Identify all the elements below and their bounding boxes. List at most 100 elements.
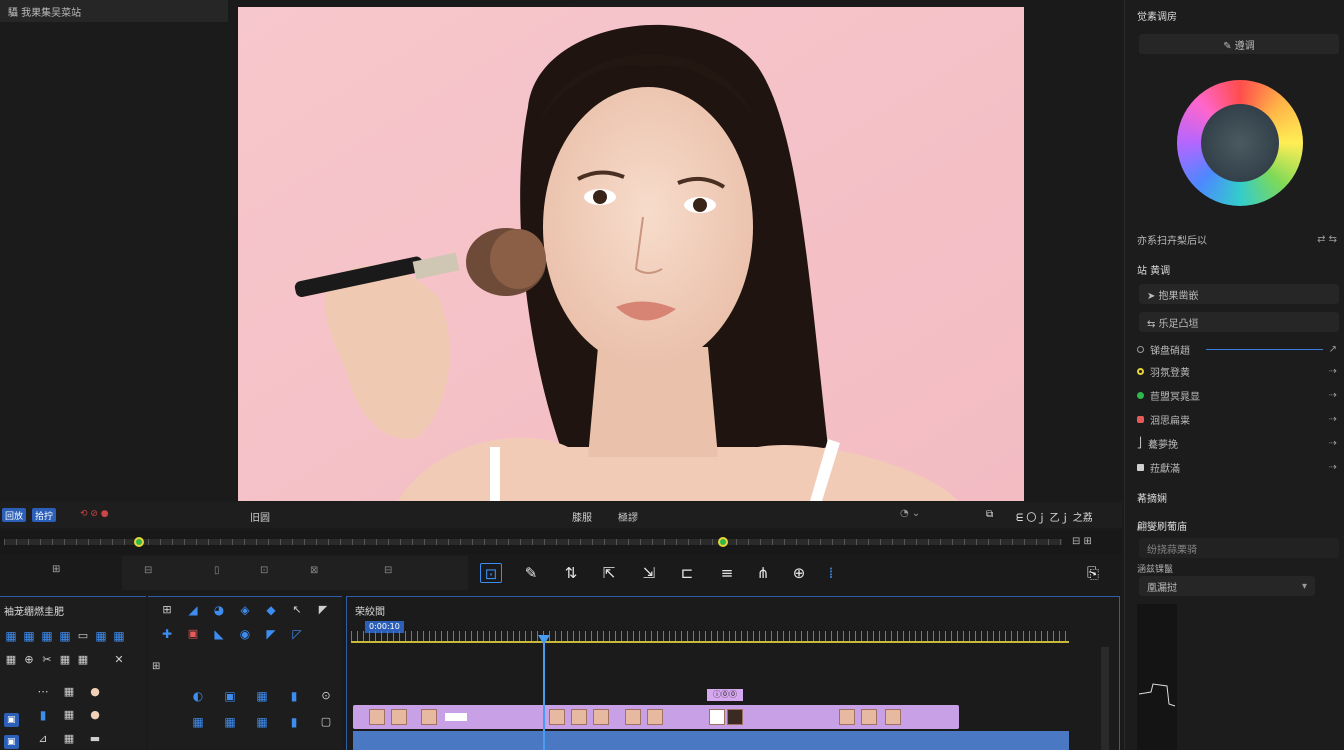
row-6-arrow-icon[interactable]: ⇢: [1329, 462, 1337, 473]
media-add-button[interactable]: ▣: [4, 713, 19, 727]
media-tool-9-icon[interactable]: ⊕: [20, 653, 38, 666]
media-tool-11-icon[interactable]: ▦: [56, 653, 74, 666]
clip-title-bar[interactable]: [445, 713, 467, 721]
effect-10-icon[interactable]: ◣: [206, 627, 232, 641]
clip-thumb[interactable]: [421, 709, 437, 725]
media-tool-5-icon[interactable]: ▭: [74, 629, 92, 643]
playhead[interactable]: [538, 635, 550, 750]
timeline-ruler[interactable]: [351, 631, 1069, 643]
effect-5-icon[interactable]: ◆: [258, 603, 284, 617]
media-tool-13-icon[interactable]: [92, 653, 110, 666]
clip-thumb[interactable]: [369, 709, 385, 725]
effect-18-icon[interactable]: ▮: [278, 689, 310, 703]
media-tool-10-icon[interactable]: ✂: [38, 653, 56, 666]
effect-13-icon[interactable]: ◸: [284, 627, 310, 641]
volume-icon[interactable]: ◔ ⌄: [900, 508, 920, 519]
row-4-arrow-icon[interactable]: ⇢: [1329, 414, 1337, 425]
adjust-row-5[interactable]: ⎦ 驀夢挽 ⇢: [1137, 434, 1337, 452]
effect-3-icon[interactable]: ◕: [206, 603, 232, 617]
media-tool-14-icon[interactable]: ✕: [110, 653, 128, 666]
effect-12-icon[interactable]: ◤: [258, 627, 284, 641]
effect-9-icon[interactable]: ▣: [180, 627, 206, 641]
clip-thumb[interactable]: [647, 709, 663, 725]
split-tool-icon[interactable]: ⋔: [752, 563, 774, 583]
clip-thumb[interactable]: [625, 709, 641, 725]
record-icons[interactable]: ⟲ ⊘ ●: [80, 509, 109, 519]
effect-19-icon[interactable]: ⊙: [310, 689, 342, 703]
effect-16-icon[interactable]: ▣: [214, 689, 246, 703]
adjust-row-3[interactable]: 苣盟冥晁显 ⇢: [1137, 386, 1337, 404]
slip-tool-icon[interactable]: ⇱: [598, 563, 620, 583]
slide-tool-icon[interactable]: ⇲: [638, 563, 660, 583]
effect-11-icon[interactable]: ◉: [232, 627, 258, 641]
effect-20-icon[interactable]: ▦: [182, 715, 214, 729]
media-tool-2-icon[interactable]: ▦: [20, 629, 38, 643]
tool-slot-4-icon[interactable]: ⊠: [310, 565, 318, 576]
video-track[interactable]: [353, 705, 959, 729]
clip-thumb[interactable]: [571, 709, 587, 725]
media-tool-1-icon[interactable]: ▦: [2, 629, 20, 643]
media-tool-6-icon[interactable]: ▦: [92, 629, 110, 643]
row-1-slider[interactable]: [1206, 348, 1323, 350]
tool-slot-5-icon[interactable]: ⊟: [384, 565, 392, 576]
scrub-end-icons[interactable]: ⊟ ⊞: [1072, 536, 1092, 547]
section-5-select[interactable]: 凰漏挝 ▾: [1139, 576, 1315, 596]
clip-thumb[interactable]: [549, 709, 565, 725]
clip-thumb[interactable]: [709, 709, 725, 725]
adjust-button-1[interactable]: ➤ 抱果凿嵌: [1139, 284, 1339, 304]
link-tool-icon[interactable]: ⊕: [788, 563, 810, 583]
crop-tool-icon[interactable]: ⊏: [676, 563, 698, 583]
pen-tool-icon[interactable]: ✎: [520, 563, 542, 583]
effect-17-icon[interactable]: ▦: [246, 689, 278, 703]
media-thumb-7-icon[interactable]: ⊿: [30, 732, 56, 745]
effect-23-icon[interactable]: ▮: [278, 715, 310, 729]
media-thumb-4-icon[interactable]: ▮: [30, 708, 56, 722]
row-1-arrow-icon[interactable]: ↗: [1329, 344, 1337, 355]
video-preview[interactable]: [238, 7, 1024, 501]
clip-marker-label[interactable]: ⓘ⓪⓪: [707, 689, 743, 701]
adjust-row-6[interactable]: 菈獻滿 ⇢: [1137, 458, 1337, 476]
ripple-tool-icon[interactable]: ⇅: [560, 563, 582, 583]
clip-thumb[interactable]: [593, 709, 609, 725]
toolbar-left-icon[interactable]: ⊞: [52, 564, 60, 575]
media-thumb-1-icon[interactable]: ⋯: [30, 685, 56, 698]
section-4-field[interactable]: 纷挠蒜栗骑: [1139, 538, 1339, 558]
row-2-arrow-icon[interactable]: ⇢: [1329, 366, 1337, 377]
effect-8-icon[interactable]: ✚: [154, 627, 180, 641]
row-5-arrow-icon[interactable]: ⇢: [1329, 438, 1337, 449]
media-thumb-2-icon[interactable]: ▦: [56, 685, 82, 698]
transport-center-icons[interactable]: 極謬: [618, 509, 638, 524]
tool-slot-3-icon[interactable]: ⊡: [260, 565, 268, 576]
select-tool-icon[interactable]: ⊡: [480, 563, 502, 583]
tool-slot-2-icon[interactable]: ▯: [214, 565, 220, 576]
effect-6-icon[interactable]: ↖: [284, 603, 310, 617]
export-icon[interactable]: ⎘: [1082, 563, 1104, 583]
media-thumb-6-icon[interactable]: ●: [82, 708, 108, 722]
scrub-bar[interactable]: ⊟ ⊞: [0, 530, 1122, 554]
clip-thumb[interactable]: [861, 709, 877, 725]
swap-icon[interactable]: ⇄ ⇆: [1317, 234, 1337, 245]
adjust-row-4[interactable]: 洄思扁粜 ⇢: [1137, 410, 1337, 428]
loop-button[interactable]: 拾拧: [32, 508, 57, 522]
effect-14-icon[interactable]: [310, 627, 336, 641]
row-3-arrow-icon[interactable]: ⇢: [1329, 390, 1337, 401]
clip-thumb[interactable]: [839, 709, 855, 725]
media-tool-7-icon[interactable]: ▦: [110, 629, 128, 643]
media-thumb-9-icon[interactable]: ▬: [82, 732, 108, 745]
media-tool-3-icon[interactable]: ▦: [38, 629, 56, 643]
clip-thumb[interactable]: [391, 709, 407, 725]
clip-thumb[interactable]: [885, 709, 901, 725]
timeline-panel[interactable]: 荣絞閻 0:00:10 ⓘ⓪⓪: [346, 596, 1120, 750]
fullscreen-icon[interactable]: ⧉: [986, 509, 993, 520]
color-mode-dropdown[interactable]: ✎ 遵调: [1139, 34, 1339, 54]
more-tool-icon[interactable]: ⁞: [820, 563, 842, 583]
playback-button[interactable]: 回放: [2, 508, 27, 522]
align-tool-icon[interactable]: ≡: [716, 563, 738, 583]
tool-slot-1-icon[interactable]: ⊟: [144, 565, 152, 576]
audio-track[interactable]: [353, 731, 1069, 750]
media-tool-8-icon[interactable]: ▦: [2, 653, 20, 666]
effect-24-icon[interactable]: ▢: [310, 715, 342, 729]
media-thumb-5-icon[interactable]: ▦: [56, 708, 82, 722]
color-wheel[interactable]: [1177, 80, 1303, 206]
adjust-button-2[interactable]: ⇆ 乐足凸垣: [1139, 312, 1339, 332]
